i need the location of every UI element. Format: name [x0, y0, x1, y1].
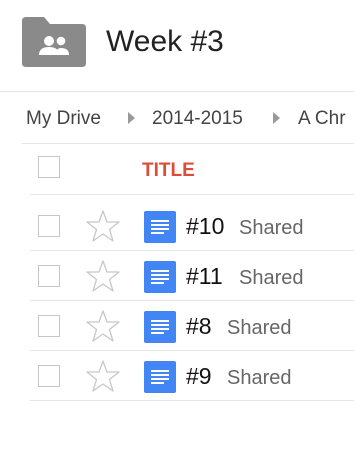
header: Week #3 — [0, 0, 354, 90]
breadcrumb-2014-2015[interactable]: 2014-2015 — [152, 105, 243, 133]
google-doc-icon — [144, 311, 176, 343]
breadcrumb: My Drive 2014-2015 A Chr — [0, 96, 354, 142]
table-row[interactable]: #8 Shared — [0, 301, 354, 351]
row-checkbox[interactable] — [38, 215, 60, 237]
shared-status: Shared — [227, 367, 292, 389]
shared-status: Shared — [239, 217, 304, 239]
table-row[interactable]: #9 Shared — [0, 351, 354, 401]
table-header-divider — [30, 194, 354, 195]
shared-status: Shared — [227, 317, 292, 339]
google-doc-icon — [144, 361, 176, 393]
row-checkbox[interactable] — [38, 265, 60, 287]
file-name[interactable]: #11 — [186, 261, 223, 291]
file-name[interactable]: #8 — [186, 311, 212, 341]
star-icon[interactable] — [86, 359, 120, 393]
header-divider — [0, 91, 354, 92]
breadcrumb-my-drive[interactable]: My Drive — [26, 105, 101, 133]
breadcrumb-separator-icon — [273, 112, 280, 124]
table-row[interactable]: #10 Shared — [0, 201, 354, 251]
table-header: TITLE — [0, 147, 354, 193]
shared-status: Shared — [239, 267, 304, 289]
breadcrumb-divider — [22, 143, 354, 144]
file-name[interactable]: #9 — [186, 361, 212, 391]
google-doc-icon — [144, 261, 176, 293]
google-doc-icon — [144, 211, 176, 243]
star-icon[interactable] — [86, 309, 120, 343]
breadcrumb-separator-icon — [128, 112, 135, 124]
star-icon[interactable] — [86, 259, 120, 293]
row-checkbox[interactable] — [38, 315, 60, 337]
row-divider — [30, 400, 354, 401]
breadcrumb-current[interactable]: A Chr — [298, 105, 346, 133]
select-all-checkbox[interactable] — [38, 156, 60, 178]
file-name[interactable]: #10 — [186, 211, 224, 241]
table-row[interactable]: #11 Shared — [0, 251, 354, 301]
shared-folder-icon — [22, 17, 86, 67]
row-checkbox[interactable] — [38, 365, 60, 387]
page-title: Week #3 — [106, 25, 224, 58]
title-column-header[interactable]: TITLE — [142, 158, 195, 184]
star-icon[interactable] — [86, 209, 120, 243]
